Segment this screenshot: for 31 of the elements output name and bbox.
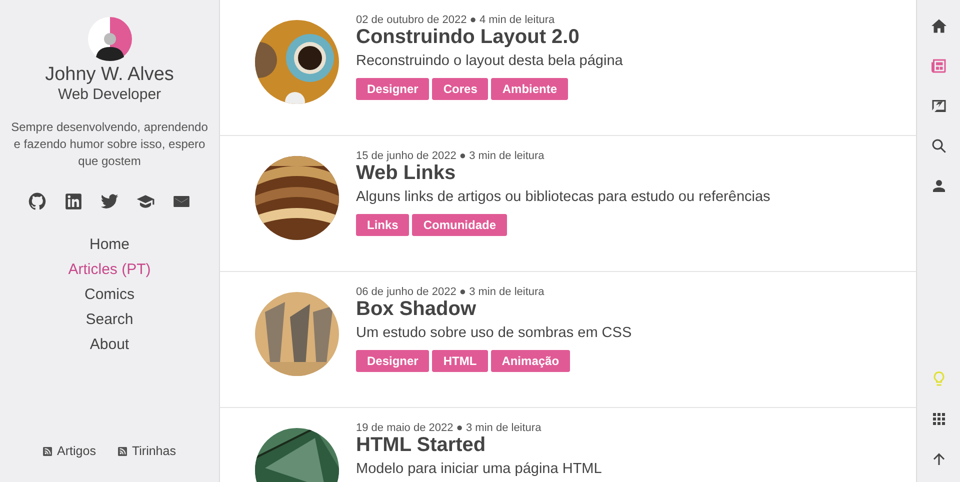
profile-name: Johny W. Alves: [45, 64, 174, 86]
article-title[interactable]: Construindo Layout 2.0: [356, 26, 623, 48]
github-icon[interactable]: [28, 192, 47, 211]
nav-link[interactable]: Articles (PT): [68, 260, 151, 279]
article-meta: 19 de maio de 2022 ● 3 min de leitura: [356, 422, 542, 434]
nav-link[interactable]: Home: [89, 235, 130, 254]
article-title[interactable]: Web Links: [356, 162, 770, 184]
rss-icon: [118, 446, 127, 456]
search-icon[interactable]: [930, 137, 948, 155]
profile-role: Web Developer: [58, 86, 162, 103]
article-description: Modelo para iniciar uma página HTML: [356, 461, 602, 478]
article-title[interactable]: Box Shadow: [356, 298, 632, 320]
linkedin-icon[interactable]: [64, 192, 83, 211]
article-description: Reconstruindo o layout desta bela página: [356, 53, 623, 70]
avatar: [88, 17, 132, 61]
article-description: Alguns links de artigos ou bibliotecas para estudo ou referências: [356, 189, 770, 206]
home-icon[interactable]: [930, 17, 948, 35]
bird-icon[interactable]: [100, 192, 119, 211]
article-meta: 06 de junho de 2022 ● 3 min de leitura: [356, 286, 546, 298]
article-meta: 02 de outubro de 2022 ● 4 min de leitura: [356, 14, 556, 26]
profile-bio: Sempre desenvolvendo, aprendendo e fazendo humor sobre isso, espero que gostem: [10, 119, 209, 170]
article-meta: 15 de junho de 2022 ● 3 min de leitura: [356, 150, 546, 162]
feed-link[interactable]: Tirinhas: [132, 444, 176, 458]
newspaper-icon[interactable]: [930, 57, 948, 75]
nav-link[interactable]: Search: [86, 310, 134, 329]
article-title[interactable]: HTML Started: [356, 434, 602, 456]
rss-icon: [43, 446, 52, 456]
nav-link[interactable]: Comics: [84, 285, 134, 304]
feed-link[interactable]: Artigos: [57, 444, 96, 458]
article-description: Um estudo sobre uso de sombras em CSS: [356, 325, 632, 342]
nav-link[interactable]: About: [90, 335, 130, 354]
